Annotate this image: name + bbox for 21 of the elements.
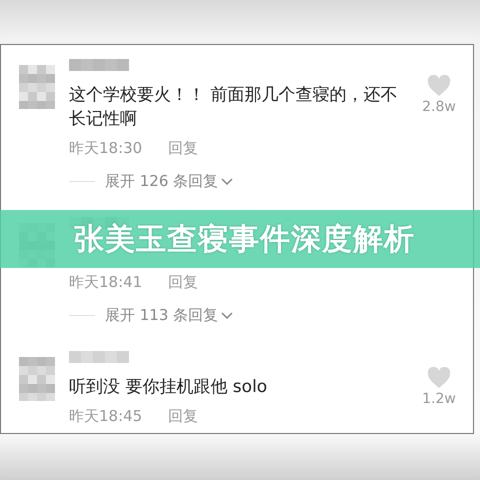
heart-icon[interactable]: [427, 75, 451, 97]
like-count: 2.8w: [422, 99, 456, 115]
comment-time: 昨天18:45: [69, 407, 142, 426]
pixelated-avatar: [19, 357, 55, 401]
pixelated-avatar: [19, 65, 55, 109]
expand-replies-button[interactable]: 展开 126 条回复: [105, 172, 234, 191]
heart-icon[interactable]: [427, 367, 451, 389]
comment-text: 这个学校要火！！ 前面那几个查寝的，还不长记性啊: [69, 84, 398, 131]
blurred-username: [69, 351, 129, 363]
banner-title: 张美玉查寝事件深度解析: [74, 221, 415, 259]
chevron-down-icon: [221, 312, 234, 320]
comment-text: 听到没 要你挂机跟他 solo: [69, 376, 268, 399]
comment-time: 昨天18:30: [69, 139, 142, 158]
blurred-username: [69, 59, 129, 71]
chevron-down-icon: [221, 178, 234, 186]
expand-replies-button[interactable]: 展开 113 条回复: [105, 306, 234, 325]
reply-button[interactable]: 回复: [168, 407, 198, 426]
like-count: 1.2w: [422, 391, 456, 407]
reply-button[interactable]: 回复: [168, 139, 198, 158]
reply-button[interactable]: 回复: [168, 273, 198, 292]
comment-time: 昨天18:41: [69, 273, 142, 292]
